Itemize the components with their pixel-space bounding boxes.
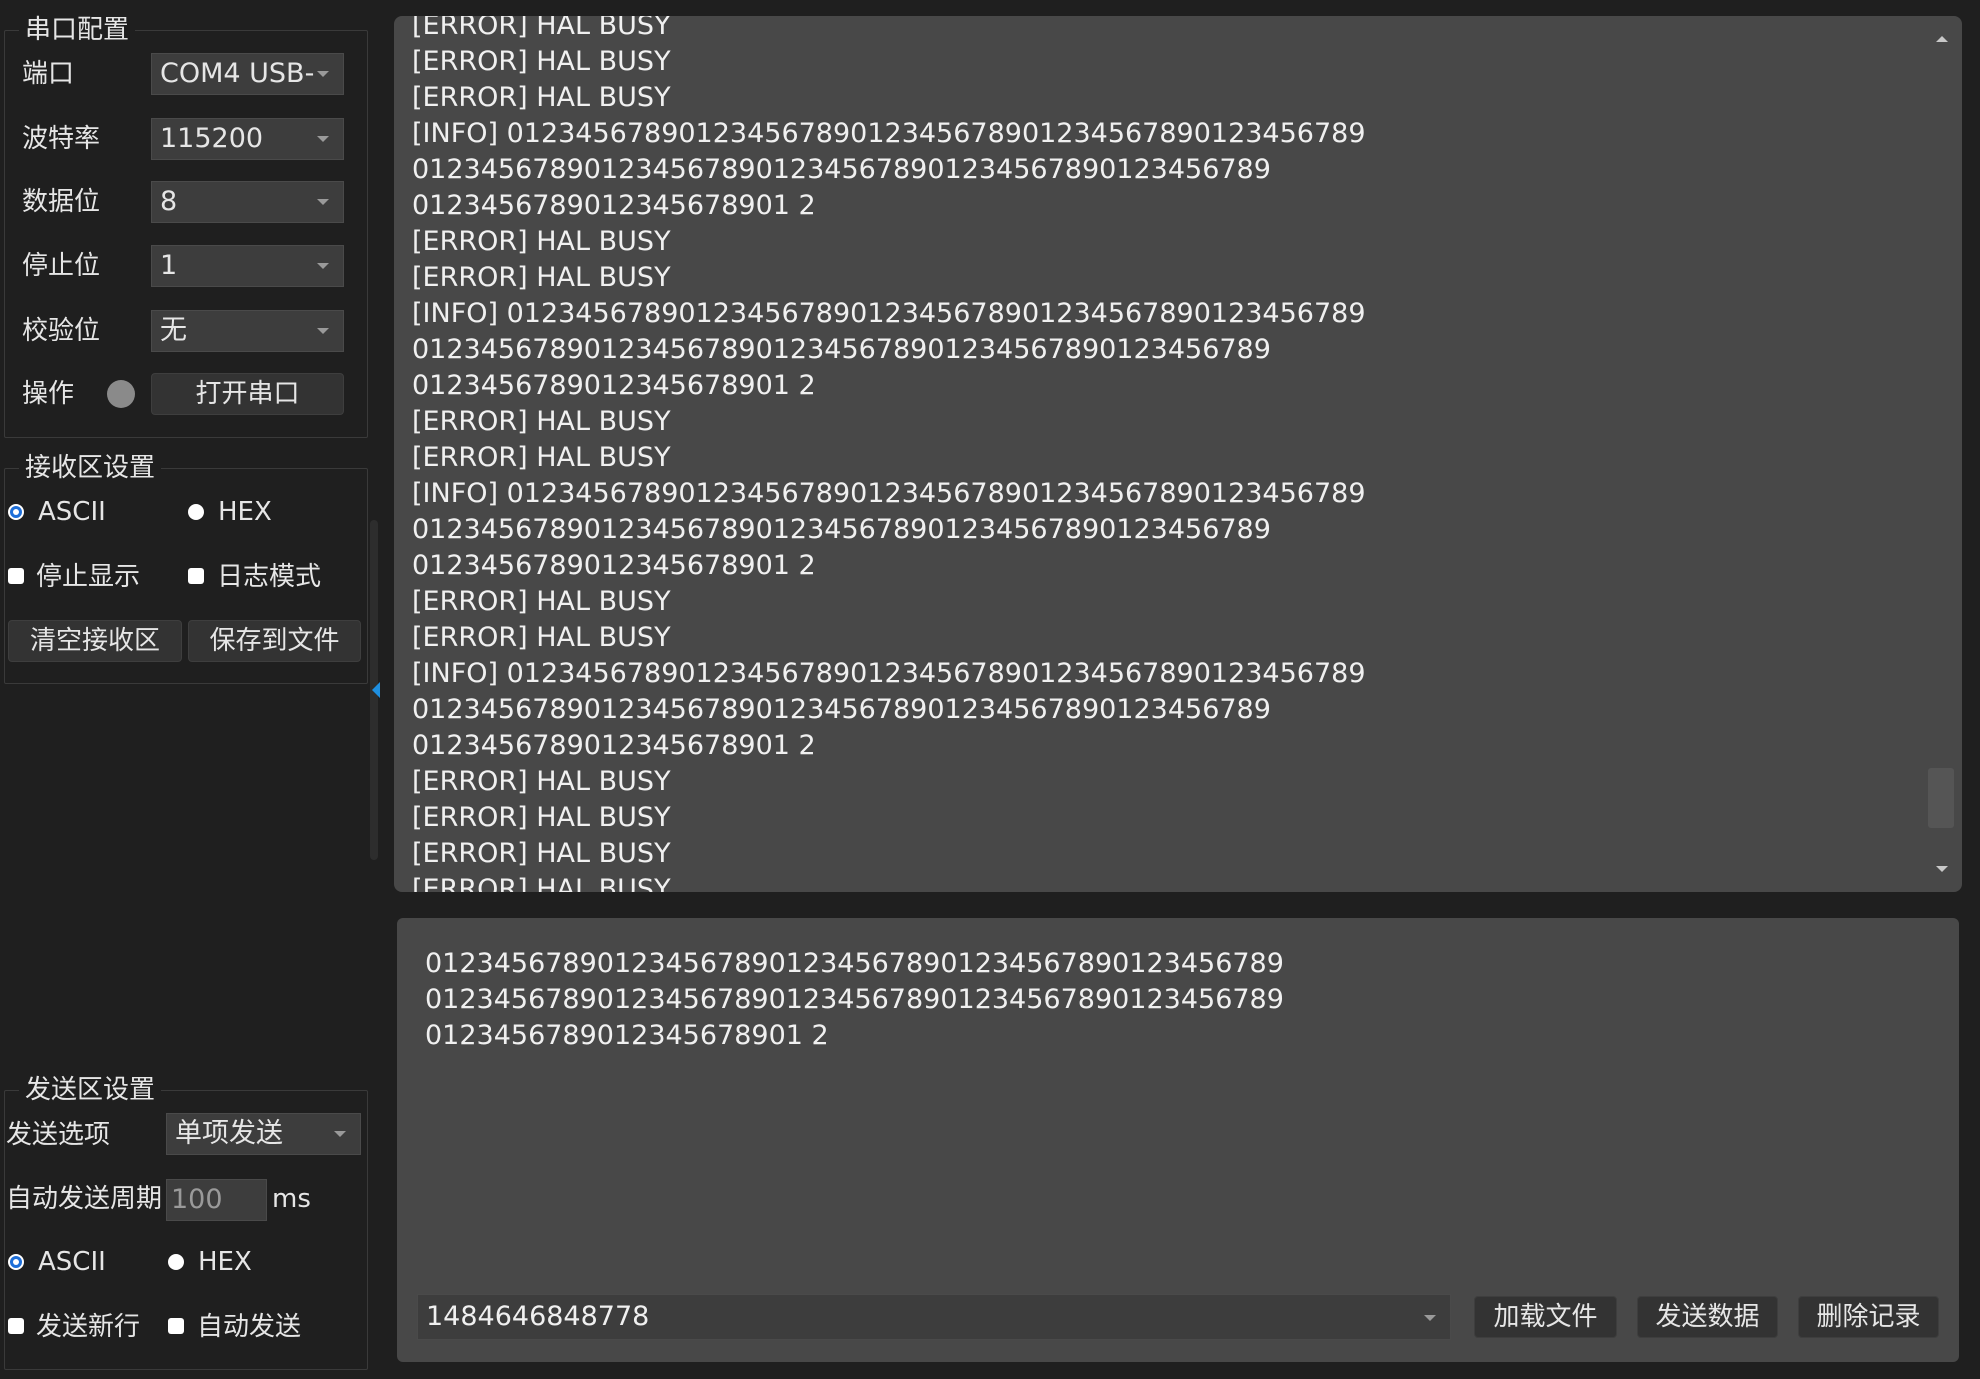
send-history-value: 1484646848778 [426, 1301, 650, 1332]
receive-line: [ERROR] HAL BUSY [412, 442, 671, 473]
send-ascii-radio[interactable] [8, 1254, 24, 1270]
send-line: 0123456789012345678901234567890123456789… [425, 948, 1284, 979]
chevron-down-icon [317, 136, 329, 142]
send-panel: 0123456789012345678901234567890123456789… [397, 918, 1959, 1362]
auto-period-value: 100 [171, 1184, 223, 1215]
stopbits-select-value: 1 [160, 250, 178, 281]
stopbits-label: 停止位 [22, 251, 101, 281]
send-option-select[interactable]: 单项发送 [166, 1113, 361, 1155]
databits-select[interactable]: 8 [151, 181, 344, 223]
stop-display-checkbox[interactable] [8, 568, 24, 584]
chevron-down-icon [317, 263, 329, 269]
receive-line: [INFO] 012345678901234567890123456789012… [412, 658, 1366, 689]
chevron-down-icon [1424, 1315, 1436, 1321]
port-select-value: COM4 USB- [160, 58, 315, 89]
chevron-down-icon [334, 1131, 346, 1137]
chevron-down-icon [317, 199, 329, 205]
send-line: 0123456789012345678901 2 [425, 1020, 829, 1051]
send-line: 0123456789012345678901234567890123456789… [425, 984, 1284, 1015]
send-history-select[interactable]: 1484646848778 [417, 1294, 1451, 1340]
load-file-button[interactable]: 加载文件 [1474, 1296, 1617, 1338]
send-newline-label[interactable]: 发送新行 [36, 1311, 140, 1343]
collapse-left-icon[interactable] [372, 682, 380, 698]
receive-ascii-radio[interactable] [8, 504, 24, 520]
baud-label: 波特率 [22, 124, 101, 154]
send-option-value: 单项发送 [175, 1118, 283, 1149]
databits-label: 数据位 [22, 187, 101, 217]
receive-line: [INFO] 012345678901234567890123456789012… [412, 118, 1366, 149]
serial-config-title: 串口配置 [19, 15, 136, 45]
auto-period-input[interactable]: 100 [166, 1179, 267, 1221]
save-to-file-button[interactable]: 保存到文件 [188, 620, 361, 662]
receive-line: 0123456789012345678901234567890123456789… [412, 694, 1271, 725]
receive-line: 0123456789012345678901 2 [412, 730, 816, 761]
receive-line: [ERROR] HAL BUSY [412, 622, 671, 653]
receive-text-area[interactable]: [ERROR] HAL BUSY [ERROR] HAL BUSY [ERROR] … [394, 16, 1962, 892]
scroll-down-icon[interactable] [1936, 866, 1948, 872]
receive-hex-label[interactable]: HEX [218, 496, 272, 528]
port-select[interactable]: COM4 USB- [151, 53, 344, 95]
clear-receive-button[interactable]: 清空接收区 [8, 620, 182, 662]
baud-select[interactable]: 115200 [151, 118, 344, 160]
receive-line: [ERROR] HAL BUSY [412, 262, 671, 293]
receive-line: [ERROR] HAL BUSY [412, 766, 671, 797]
receive-hex-radio[interactable] [188, 504, 204, 520]
receive-line: [ERROR] HAL BUSY [412, 46, 671, 77]
auto-period-unit: ms [272, 1184, 311, 1214]
send-text-area[interactable]: 0123456789012345678901234567890123456789… [425, 946, 1931, 1054]
parity-label: 校验位 [22, 316, 101, 346]
receive-line: [ERROR] HAL BUSY [412, 406, 671, 437]
send-hex-label[interactable]: HEX [198, 1246, 252, 1278]
receive-line: 0123456789012345678901234567890123456789… [412, 514, 1271, 545]
delete-history-button[interactable]: 删除记录 [1798, 1296, 1939, 1338]
send-option-label: 发送选项 [6, 1120, 111, 1150]
auto-send-checkbox[interactable] [168, 1318, 184, 1334]
port-label: 端口 [22, 59, 75, 89]
receive-scrollbar-thumb[interactable] [1928, 768, 1954, 828]
receive-line: [INFO] 012345678901234567890123456789012… [412, 298, 1366, 329]
parity-select-value: 无 [160, 315, 187, 346]
receive-line: 0123456789012345678901 2 [412, 190, 816, 221]
scroll-up-icon[interactable] [1936, 36, 1948, 42]
send-hex-radio[interactable] [168, 1254, 184, 1270]
receive-line: [ERROR] HAL BUSY [412, 82, 671, 113]
chevron-down-icon [317, 328, 329, 334]
receive-line: [ERROR] HAL BUSY [412, 874, 671, 892]
stopbits-select[interactable]: 1 [151, 245, 344, 287]
receive-line: [ERROR] HAL BUSY [412, 838, 671, 869]
receive-ascii-label[interactable]: ASCII [38, 496, 106, 528]
receive-line: [ERROR] HAL BUSY [412, 802, 671, 833]
receive-line: 0123456789012345678901 2 [412, 550, 816, 581]
operation-label: 操作 [22, 379, 75, 409]
receive-line: 0123456789012345678901234567890123456789… [412, 334, 1271, 365]
baud-select-value: 115200 [160, 123, 264, 154]
auto-period-label: 自动发送周期 [6, 1184, 163, 1214]
receive-line: 0123456789012345678901234567890123456789… [412, 154, 1271, 185]
receive-line: [ERROR] HAL BUSY [412, 16, 671, 41]
auto-send-label[interactable]: 自动发送 [197, 1311, 301, 1343]
open-port-button[interactable]: 打开串口 [151, 373, 344, 415]
send-settings-title: 发送区设置 [19, 1075, 162, 1105]
receive-line: 0123456789012345678901 2 [412, 370, 816, 401]
databits-select-value: 8 [160, 186, 178, 217]
log-mode-label[interactable]: 日志模式 [217, 561, 321, 593]
receive-lines: [ERROR] HAL BUSY [ERROR] HAL BUSY [ERROR] … [412, 16, 1922, 892]
receive-line: [ERROR] HAL BUSY [412, 226, 671, 257]
receive-settings-title: 接收区设置 [19, 453, 162, 483]
log-mode-checkbox[interactable] [188, 568, 204, 584]
receive-line: [INFO] 012345678901234567890123456789012… [412, 478, 1366, 509]
stop-display-label[interactable]: 停止显示 [36, 561, 140, 593]
send-ascii-label[interactable]: ASCII [38, 1246, 106, 1278]
chevron-down-icon [317, 71, 329, 77]
send-data-button[interactable]: 发送数据 [1637, 1296, 1778, 1338]
port-status-indicator [107, 380, 135, 408]
send-newline-checkbox[interactable] [8, 1318, 24, 1334]
receive-line: [ERROR] HAL BUSY [412, 586, 671, 617]
parity-select[interactable]: 无 [151, 310, 344, 352]
